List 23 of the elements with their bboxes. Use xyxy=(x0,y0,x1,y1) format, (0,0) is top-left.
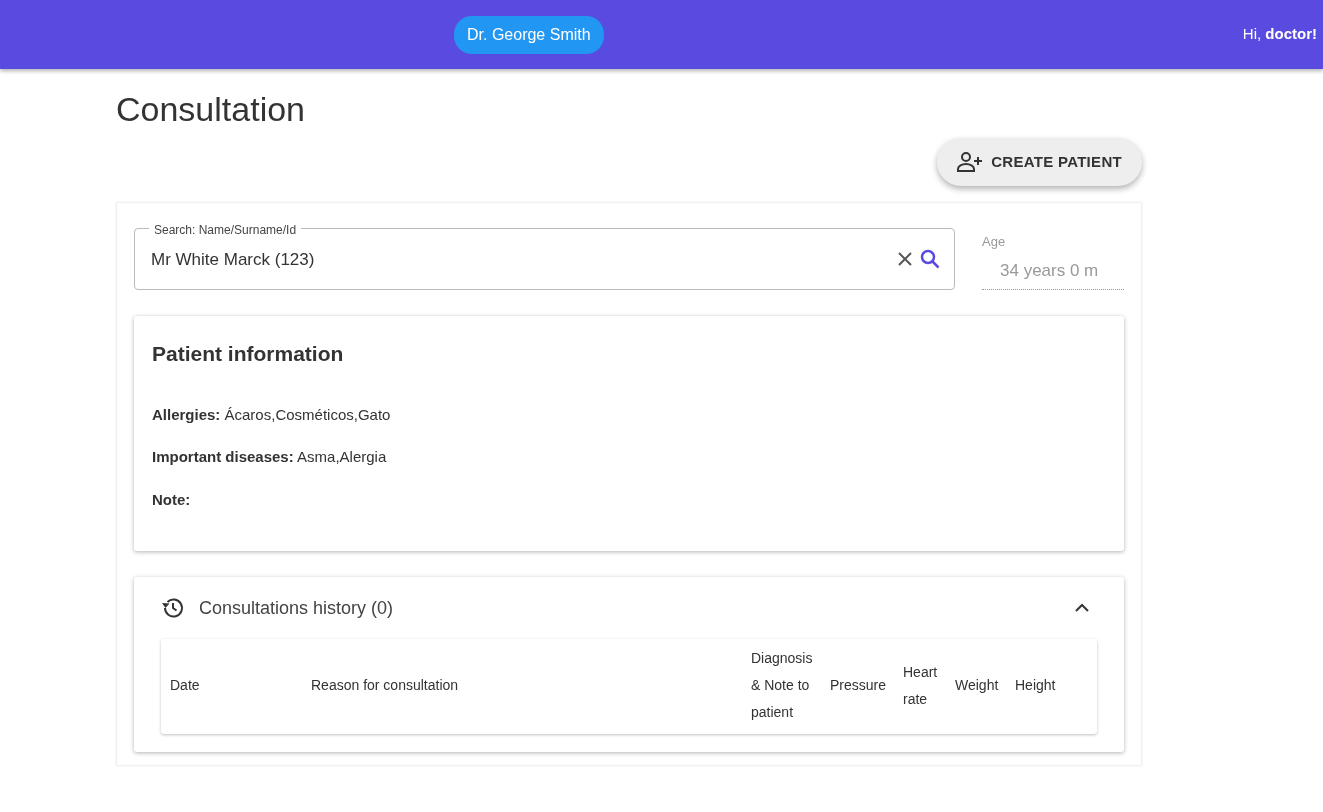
column-header: Reason for consultation xyxy=(310,676,460,696)
history-panel-header[interactable]: Consultations history (0) xyxy=(161,577,1097,640)
column-header: Pressure xyxy=(829,676,888,696)
page-title: Consultation xyxy=(116,89,306,130)
card-title: Patient information xyxy=(152,341,345,368)
column-header: Height xyxy=(1014,676,1057,696)
age-label: Age xyxy=(982,233,1007,252)
column-header: Heart rate xyxy=(902,662,939,709)
create-patient-button[interactable]: CREATE PATIENT xyxy=(937,137,1142,187)
column-header: Weight xyxy=(954,676,1000,696)
info-line: Allergies: Ácaros,Cosméticos,Gato xyxy=(152,404,392,425)
clear-icon[interactable] xyxy=(898,252,912,267)
column-header: Diagnosis & Note to patient xyxy=(750,649,814,723)
info-line: Note: xyxy=(152,489,192,510)
history-icon xyxy=(161,596,185,621)
greeting-text: Hi, doctor! xyxy=(1242,24,1317,45)
add-person-icon xyxy=(957,152,984,173)
search-input[interactable]: Mr White Marck (123) xyxy=(149,245,898,274)
search-icon[interactable] xyxy=(920,249,940,270)
age-field: 34 years 0 m xyxy=(982,251,1124,291)
info-line: Important diseases: Asma,Alergia xyxy=(152,447,388,468)
collapse-chevron-icon[interactable] xyxy=(1075,603,1089,614)
column-header: Date xyxy=(169,676,201,696)
